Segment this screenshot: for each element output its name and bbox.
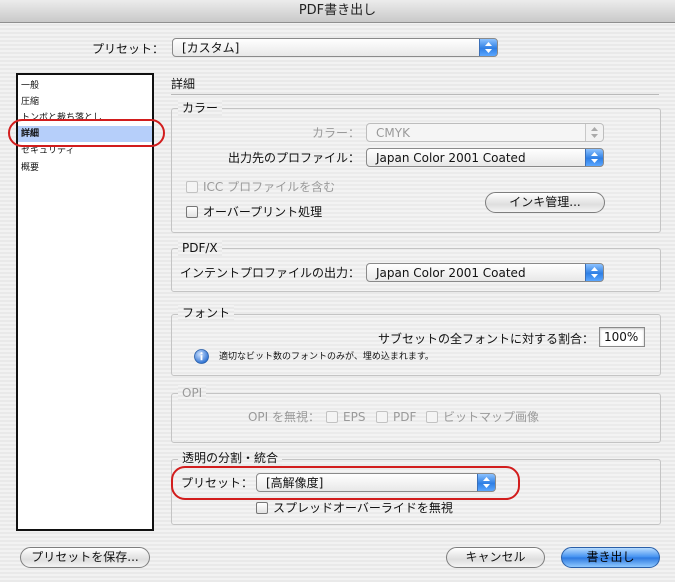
overprint-label: オーバープリント処理 [203,205,323,219]
color-group-title: カラー [178,100,223,116]
opi-bitmap-checkbox[interactable] [426,411,438,423]
color-label: カラー： [311,126,360,140]
sidebar-item-compression[interactable]: 圧縮 [18,94,152,110]
font-info-text: 適切なビット数のフォントのみが、埋め込まれます。 [219,352,434,362]
font-group-title: フォント [178,305,235,321]
section-title: 詳細 [171,77,196,91]
sidebar-item-security[interactable]: セキュリティ [18,143,152,159]
overprint-checkbox[interactable] [186,206,198,218]
export-button[interactable]: 書き出し [561,547,660,568]
sidebar-item-marks-and-bleeds[interactable]: トンボと裁ち落とし [18,110,152,126]
ink-manager-button[interactable]: インキ管理... [485,192,605,213]
intent-profile-popup[interactable]: Japan Color 2001 Coated [366,263,604,282]
pdfx-group-title: PDF/X [178,240,222,256]
transparency-group-title: 透明の分割・統合 [178,450,283,466]
popup-arrows-icon [585,149,603,166]
opi-bitmap-label: ビットマップ画像 [443,410,540,424]
popup-arrows-icon [477,474,495,491]
color-popup[interactable]: CMYK [366,123,604,142]
opi-group-title: OPI [178,385,207,401]
ignore-spread-label: スプレッドオーバーライドを無視 [273,501,453,515]
flattener-preset-value: [高解像度] [266,476,324,490]
flattener-preset-label: プリセット： [181,476,254,490]
subset-threshold-value: 100% [604,330,639,344]
dest-profile-popup[interactable]: Japan Color 2001 Coated [366,148,604,167]
section-divider [171,94,659,95]
save-preset-button[interactable]: プリセットを保存... [20,547,150,568]
preset-popup-value: [カスタム] [182,41,240,55]
popup-arrows-icon [585,264,603,281]
opi-ignore-label: OPI を無視： [247,410,320,424]
window-title: PDF書き出し [298,3,377,18]
opi-eps-checkbox[interactable] [326,411,338,423]
opi-pdf-label: PDF [393,410,417,424]
sidebar-item-general[interactable]: 一般 [18,78,152,94]
popup-arrows-icon [479,39,497,56]
intent-profile-label: インテントプロファイルの出力： [179,266,360,280]
opi-pdf-checkbox[interactable] [376,411,388,423]
opi-eps-label: EPS [343,410,366,424]
icc-include-checkbox[interactable] [186,181,198,193]
cancel-button[interactable]: キャンセル [446,547,545,568]
flattener-preset-popup[interactable]: [高解像度] [256,473,496,492]
intent-profile-value: Japan Color 2001 Coated [376,266,526,280]
color-popup-value: CMYK [376,126,410,140]
info-icon [194,349,209,364]
preset-label: プリセット： [91,42,164,56]
subset-threshold-label: サブセットの全フォントに対する割合： [377,332,594,346]
sidebar-item-summary[interactable]: 概要 [18,160,152,176]
sidebar-item-advanced[interactable]: 詳細 [18,126,152,142]
dest-profile-label: 出力先のプロファイル： [227,151,360,165]
icc-include-label: ICC プロファイルを含む [203,180,336,194]
subset-threshold-field[interactable]: 100% [599,327,645,347]
preset-popup[interactable]: [カスタム] [172,38,498,57]
ignore-spread-checkbox[interactable] [256,502,268,514]
category-list[interactable]: 一般 圧縮 トンボと裁ち落とし 詳細 セキュリティ 概要 [16,73,154,531]
popup-arrows-icon [585,124,603,141]
dest-profile-value: Japan Color 2001 Coated [376,151,526,165]
window-title-bar: PDF書き出し [0,0,675,23]
